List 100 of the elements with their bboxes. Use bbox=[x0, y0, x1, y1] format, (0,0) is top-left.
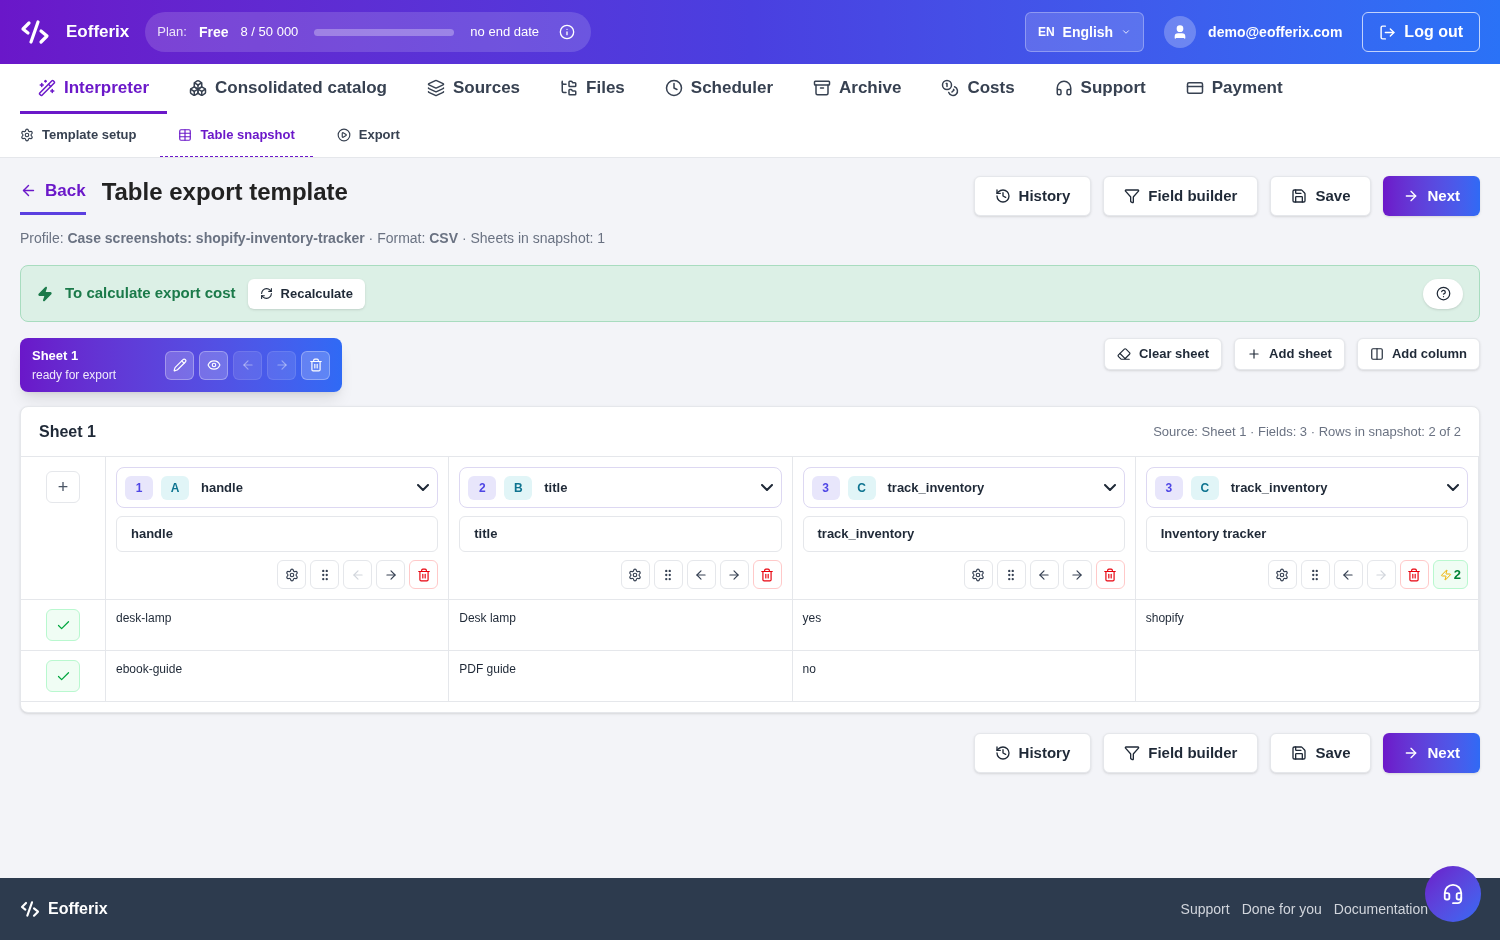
footer-brand: Eofferix bbox=[48, 899, 108, 919]
table-icon bbox=[178, 128, 193, 142]
delete-button[interactable] bbox=[409, 560, 439, 589]
lightning-icon bbox=[37, 285, 53, 302]
field-select[interactable]: 3 C track_inventory bbox=[1145, 467, 1468, 508]
sheet-status: ready for export bbox=[32, 366, 117, 384]
field-name: track_inventory bbox=[1230, 478, 1328, 497]
header-input[interactable]: track_inventory bbox=[802, 516, 1125, 552]
column-index: 3 bbox=[811, 475, 840, 500]
action-button[interactable]: History bbox=[973, 176, 1092, 216]
drag-handle[interactable] bbox=[1300, 560, 1330, 589]
trash-icon bbox=[760, 567, 774, 582]
action-button[interactable]: Save bbox=[1270, 176, 1372, 216]
field-select[interactable]: 2 B title bbox=[459, 467, 782, 508]
action-button[interactable]: Field builder bbox=[1103, 733, 1259, 773]
sheet-action-button[interactable]: Clear sheet bbox=[1103, 338, 1223, 370]
eraser-icon bbox=[1116, 347, 1131, 361]
funnel-icon bbox=[1124, 745, 1141, 761]
next-button[interactable]: Next bbox=[1383, 733, 1480, 773]
field-name: track_inventory bbox=[887, 478, 985, 497]
save-icon bbox=[1291, 188, 1308, 204]
plan-end-date: no end date bbox=[470, 23, 540, 42]
settings-button[interactable] bbox=[277, 560, 307, 589]
drag-handle[interactable] bbox=[653, 560, 683, 589]
recalculate-button[interactable]: Recalculate bbox=[247, 278, 365, 309]
settings-button[interactable] bbox=[963, 560, 993, 589]
settings-icon bbox=[20, 128, 34, 142]
logout-button[interactable]: Log out bbox=[1362, 12, 1480, 52]
sheet-info: Source: Sheet 1 · Fields: 3 · Rows in snapshot: 2 of 2 bbox=[1153, 422, 1461, 441]
move-right-button[interactable] bbox=[376, 560, 406, 589]
nav-tab[interactable]: Support bbox=[1036, 64, 1164, 114]
info-icon bbox=[559, 24, 576, 40]
footer-link[interactable]: Support bbox=[1180, 898, 1230, 920]
settings-icon bbox=[284, 567, 299, 582]
header-input[interactable]: title bbox=[459, 516, 782, 552]
sheet-tool-button[interactable] bbox=[165, 350, 194, 380]
add-column-button[interactable]: + bbox=[46, 471, 80, 503]
sheet-action-button[interactable]: Add column bbox=[1356, 338, 1480, 370]
drag-handle[interactable] bbox=[996, 560, 1026, 589]
language-select[interactable]: EN English bbox=[1024, 12, 1145, 52]
action-button[interactable]: Save bbox=[1270, 733, 1372, 773]
nav-tab[interactable]: Sources bbox=[408, 64, 539, 114]
sheet-card[interactable]: Sheet 1 ready for export bbox=[20, 338, 342, 392]
header-input[interactable]: handle bbox=[116, 516, 439, 552]
row-check[interactable] bbox=[46, 609, 80, 641]
back-link[interactable]: Back bbox=[20, 178, 86, 215]
delete-button[interactable] bbox=[1399, 560, 1429, 589]
delete-button[interactable] bbox=[1095, 560, 1125, 589]
table-cell: yes bbox=[802, 611, 822, 625]
nav-tab[interactable]: Consolidated catalog bbox=[171, 64, 405, 114]
table-cell: Desk lamp bbox=[459, 611, 516, 625]
move-right-button[interactable] bbox=[1062, 560, 1092, 589]
settings-button[interactable] bbox=[620, 560, 650, 589]
page-title: Table export template bbox=[101, 177, 348, 207]
headset-icon bbox=[1442, 883, 1464, 905]
sheet-tool-button[interactable] bbox=[199, 350, 228, 380]
nav-tab[interactable]: Payment bbox=[1167, 64, 1301, 114]
boxes-icon bbox=[189, 78, 208, 97]
profile-summary: Profile: Case screenshots: shopify-inventory-tracker · Format: CSV · Sheets in snapshot: 1 bbox=[20, 229, 607, 248]
footer-link[interactable]: Documentation bbox=[1333, 898, 1428, 920]
sheet-action-button[interactable]: Add sheet bbox=[1234, 338, 1345, 370]
sheet-tool-button[interactable] bbox=[301, 350, 330, 380]
clock-icon bbox=[664, 78, 683, 97]
cost-badge: 2 bbox=[1432, 560, 1468, 589]
move-left-button[interactable] bbox=[686, 560, 716, 589]
chevron-down-icon bbox=[760, 484, 773, 491]
field-select[interactable]: 3 C track_inventory bbox=[802, 467, 1125, 508]
drag-handle[interactable] bbox=[310, 560, 340, 589]
nav-tab[interactable]: Files bbox=[542, 64, 643, 114]
settings-button[interactable] bbox=[1267, 560, 1297, 589]
arrow-left-icon bbox=[240, 358, 255, 372]
move-left-button[interactable] bbox=[1029, 560, 1059, 589]
move-left-button[interactable] bbox=[1333, 560, 1363, 589]
action-button[interactable]: History bbox=[973, 733, 1092, 773]
footer-link[interactable]: Done for you bbox=[1241, 898, 1322, 920]
sub-tab[interactable]: Export bbox=[336, 114, 400, 157]
field-select[interactable]: 1 A handle bbox=[116, 467, 439, 508]
play-icon bbox=[336, 128, 351, 142]
chevron-down-icon bbox=[1447, 484, 1459, 491]
table-cell: no bbox=[802, 662, 816, 676]
help-icon bbox=[1435, 286, 1451, 301]
row-check[interactable] bbox=[46, 660, 80, 692]
support-chat-button[interactable] bbox=[1425, 866, 1481, 922]
help-button[interactable] bbox=[1423, 278, 1463, 309]
field-name: title bbox=[544, 478, 568, 497]
trash-icon bbox=[416, 567, 431, 582]
sub-tab[interactable]: Template setup bbox=[20, 114, 137, 157]
delete-button[interactable] bbox=[752, 560, 782, 589]
nav-tab[interactable]: Scheduler bbox=[646, 64, 791, 114]
action-button[interactable]: Field builder bbox=[1103, 176, 1259, 216]
header-input[interactable]: Inventory tracker bbox=[1145, 516, 1468, 552]
next-button[interactable]: Next bbox=[1383, 176, 1480, 216]
nav-tab[interactable]: Archive bbox=[795, 64, 920, 114]
nav-tab[interactable]: Costs bbox=[923, 64, 1033, 114]
sub-tab[interactable]: Table snapshot bbox=[160, 114, 313, 157]
cost-banner-text: To calculate export cost bbox=[65, 283, 236, 304]
settings-icon bbox=[628, 567, 642, 582]
table-cell: ebook-guide bbox=[116, 662, 183, 676]
move-right-button[interactable] bbox=[719, 560, 749, 589]
column-letter: C bbox=[847, 475, 876, 500]
